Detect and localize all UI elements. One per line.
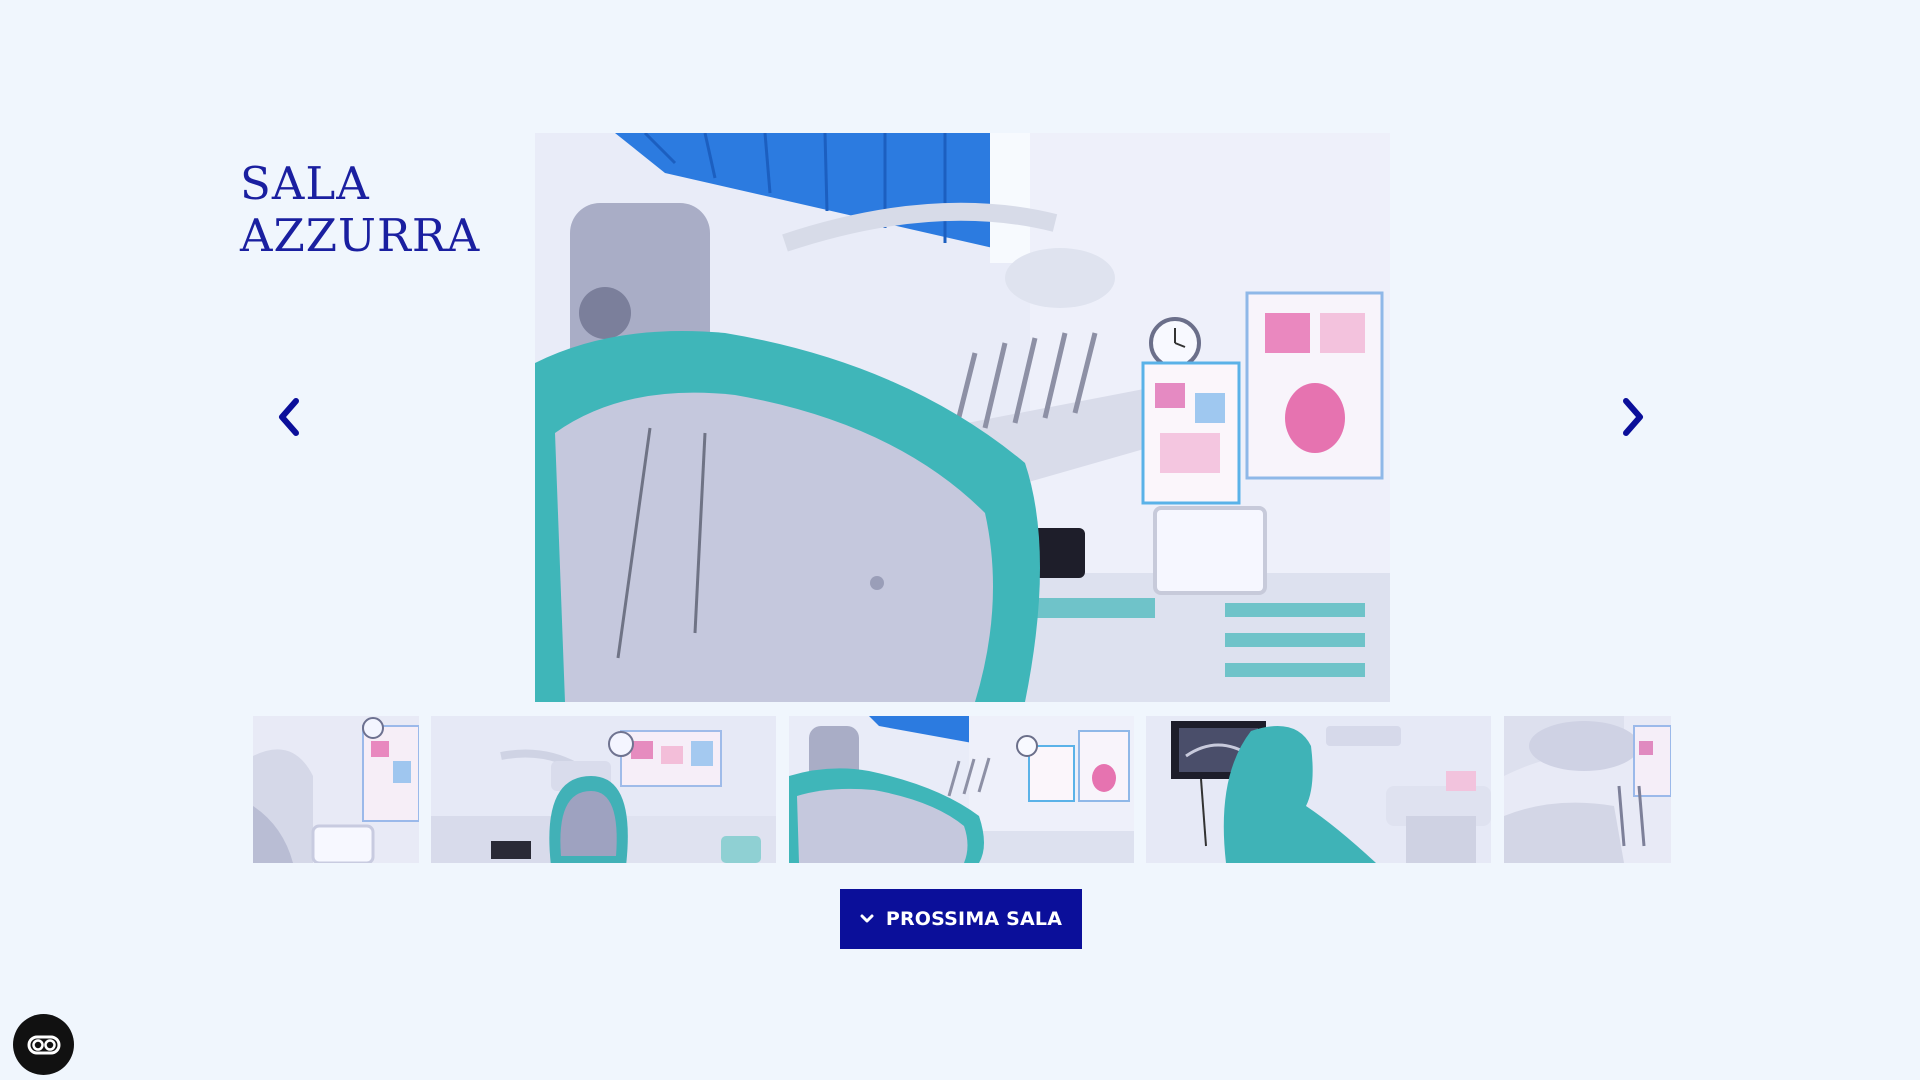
- next-room-label: PROSSIMA SALA: [885, 908, 1063, 930]
- thumbnail-room-overview[interactable]: [431, 716, 776, 863]
- chevron-right-icon: [1623, 398, 1643, 436]
- thumbnail-dental-unit[interactable]: [253, 716, 419, 863]
- thumbnail-strip: [253, 716, 1671, 863]
- room-title: SALA AZZURRA: [240, 158, 540, 262]
- thumbnail-chair-back[interactable]: [789, 716, 1134, 863]
- accessibility-toggle-icon: [27, 1035, 60, 1054]
- room-title-line-1: SALA: [240, 157, 370, 210]
- main-gallery-image: [535, 133, 1390, 702]
- chevron-down-icon: [860, 914, 874, 923]
- thumbnail-chair-xray-screen[interactable]: [1146, 716, 1491, 863]
- thumbnail-dental-lamp[interactable]: [1504, 716, 1671, 863]
- next-room-button[interactable]: PROSSIMA SALA: [840, 889, 1082, 949]
- gallery-prev-button[interactable]: [270, 392, 310, 442]
- gallery-next-button[interactable]: [1612, 392, 1652, 442]
- accessibility-button[interactable]: [13, 1014, 74, 1075]
- room-title-line-2: AZZURRA: [240, 209, 481, 262]
- page: SALA AZZURRA PROSSIMA SALA: [0, 0, 1920, 1080]
- chevron-left-icon: [279, 398, 299, 436]
